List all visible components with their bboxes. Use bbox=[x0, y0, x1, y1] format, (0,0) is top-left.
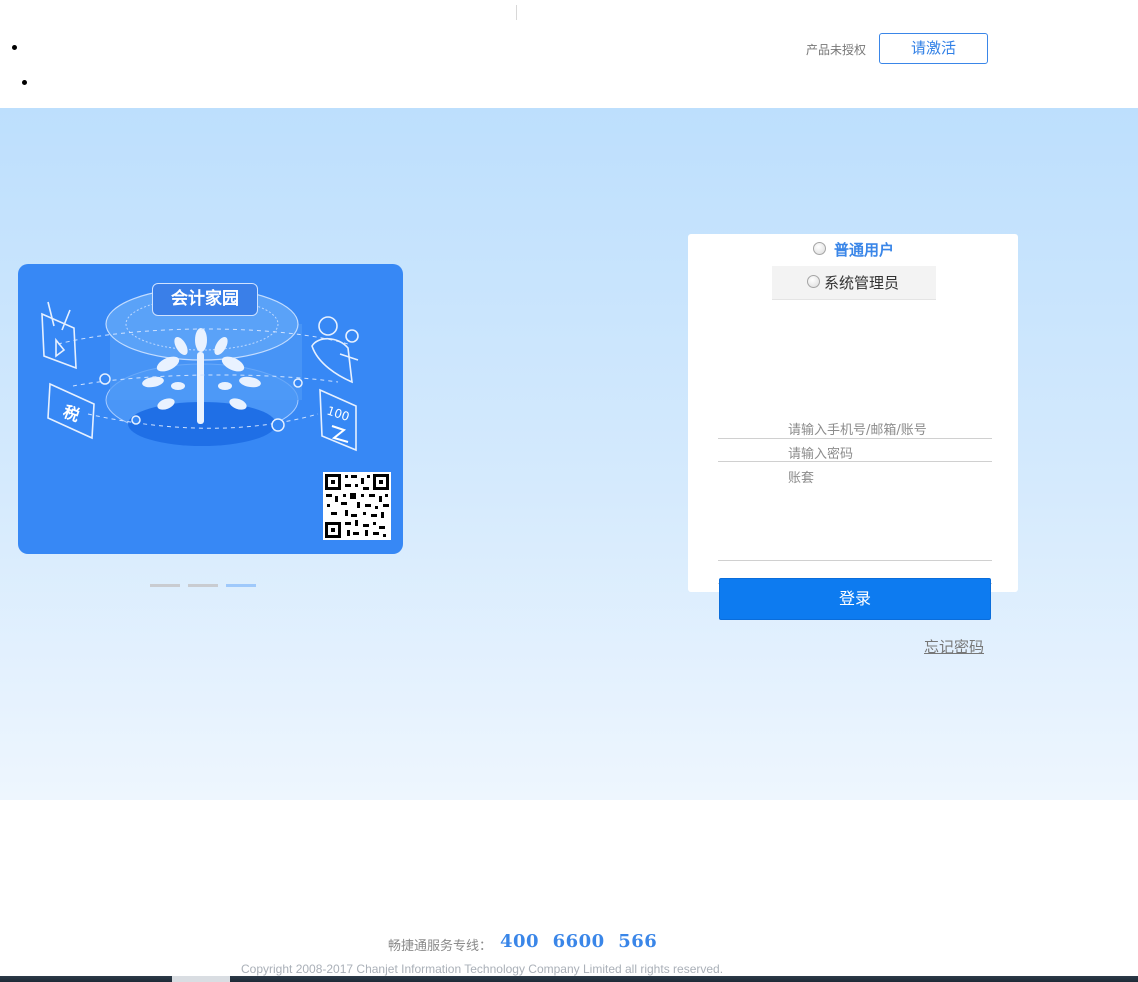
role-normal-radio[interactable] bbox=[813, 242, 826, 255]
role-normal-label[interactable]: 普通用户 bbox=[834, 239, 894, 260]
forgot-password-link[interactable]: 忘记密码 bbox=[924, 636, 984, 657]
hotline-number: 400 6600 566 bbox=[500, 931, 658, 952]
svg-text:100: 100 bbox=[325, 404, 351, 424]
account-book-label: 账套 bbox=[788, 471, 815, 486]
taskbar-item[interactable] bbox=[172, 976, 230, 982]
copyright-text: Copyright 2008-2017 Chanjet Information … bbox=[241, 962, 724, 976]
login-button[interactable]: 登录 bbox=[719, 578, 991, 620]
nav-bullet-item[interactable] bbox=[22, 80, 27, 85]
role-admin-label[interactable]: 系统管理员 bbox=[824, 272, 899, 293]
promo-banner[interactable]: 税 100 会计家园 bbox=[18, 264, 403, 554]
password-placeholder: 请输入密码 bbox=[788, 447, 854, 462]
hotline-label: 畅捷通服务专线： bbox=[388, 939, 493, 954]
carousel-dot-active[interactable] bbox=[226, 584, 256, 587]
qr-code-icon bbox=[323, 472, 391, 540]
account-placeholder: 请输入手机号/邮箱/账号 bbox=[788, 423, 927, 438]
activate-button[interactable]: 请激活 bbox=[879, 33, 988, 64]
banner-title: 会计家园 bbox=[152, 283, 258, 316]
page-header: 产品未授权 请激活 bbox=[0, 0, 1138, 108]
os-taskbar bbox=[0, 976, 1138, 982]
carousel-dot[interactable] bbox=[150, 584, 180, 587]
carousel-dot[interactable] bbox=[188, 584, 218, 587]
svg-text:税: 税 bbox=[61, 402, 83, 425]
unauthorized-notice: 产品未授权 bbox=[806, 43, 867, 57]
tv-icon bbox=[41, 301, 77, 370]
login-panel: 普通用户 系统管理员 请输入手机号/邮箱/账号 请输入密码 账套 登录 忘记密码 bbox=[688, 234, 1018, 656]
password-input[interactable] bbox=[718, 435, 992, 462]
role-admin-radio[interactable] bbox=[807, 275, 820, 288]
hero-section: 税 100 会计家园 普通用户 系统管理员 请输入手机号/邮箱/账号 请输入密码… bbox=[0, 108, 1138, 800]
nav-bullet-item[interactable] bbox=[12, 45, 17, 50]
header-divider bbox=[516, 5, 517, 20]
people-icon bbox=[311, 316, 359, 384]
